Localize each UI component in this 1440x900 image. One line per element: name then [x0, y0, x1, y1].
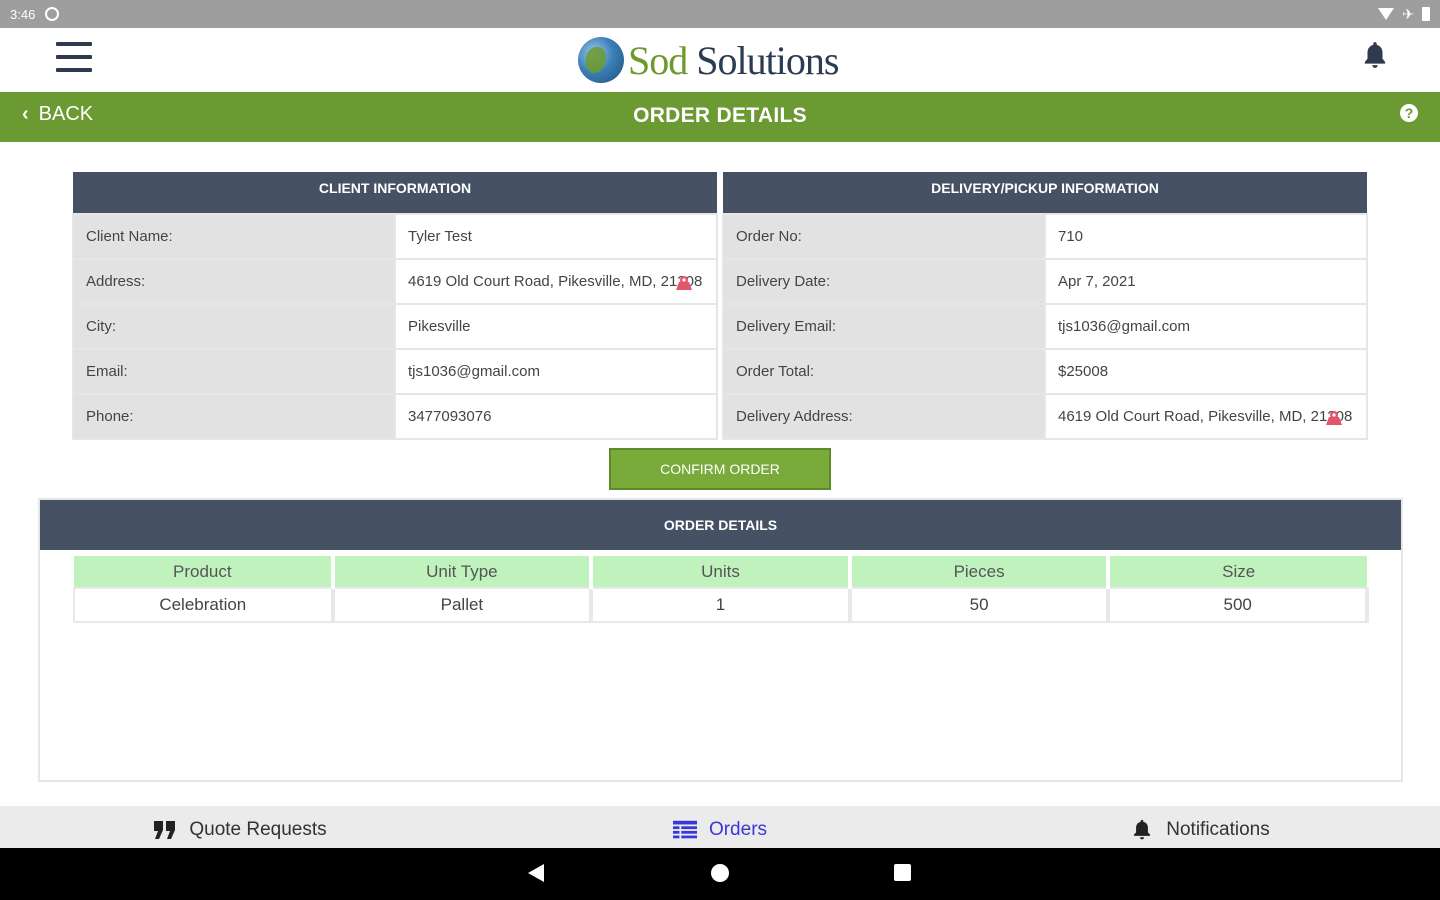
help-icon[interactable]: ?: [1400, 104, 1418, 122]
tab-label: Notifications: [1166, 819, 1270, 840]
table-row: Email: tjs1036@gmail.com: [72, 348, 718, 395]
bottom-tab-bar: Quote Requests Orders Notifications: [0, 806, 1440, 848]
airplane-icon: ✈: [1402, 6, 1414, 22]
pieces-cell: 50: [848, 587, 1111, 623]
page-title: ORDER DETAILS: [633, 104, 807, 127]
map-pin-icon[interactable]: [674, 274, 694, 291]
product-cell: Celebration: [73, 587, 335, 623]
order-no-label: Order No:: [722, 213, 1046, 260]
wifi-icon: [1378, 8, 1395, 20]
table-row: Address: 4619 Old Court Road, Pikesville,…: [72, 258, 718, 305]
delivery-email-label: Delivery Email:: [722, 303, 1046, 350]
address-value: 4619 Old Court Road, Pikesville, MD, 212…: [408, 273, 703, 290]
delivery-address-value: 4619 Old Court Road, Pikesville, MD, 212…: [1058, 408, 1353, 425]
status-icons: ✈: [1378, 7, 1430, 21]
table-row: City: Pikesville: [72, 303, 718, 350]
column-header: Product: [74, 556, 335, 588]
tab-notifications[interactable]: Notifications: [960, 806, 1440, 848]
client-info-heading: CLIENT INFORMATION: [73, 172, 717, 214]
client-info-table: CLIENT INFORMATION Client Name: Tyler Tes…: [72, 172, 718, 440]
info-section: CLIENT INFORMATION Client Name: Tyler Tes…: [72, 172, 1368, 440]
delivery-address-label: Delivery Address:: [722, 393, 1046, 440]
app-bar: Sod Solutions: [0, 28, 1440, 92]
confirm-order-button[interactable]: CONFIRM ORDER: [609, 448, 831, 490]
client-name-value: Tyler Test: [394, 213, 718, 260]
table-row: Phone: 3477093076: [72, 393, 718, 440]
table-row: Delivery Email: tjs1036@gmail.com: [722, 303, 1368, 350]
phone-label: Phone:: [72, 393, 396, 440]
tab-orders[interactable]: Orders: [480, 806, 960, 848]
column-header: Units: [591, 556, 852, 588]
city-value: Pikesville: [394, 303, 718, 350]
quote-icon: [154, 821, 176, 839]
table-row: Delivery Date: Apr 7, 2021: [722, 258, 1368, 305]
menu-icon[interactable]: [56, 42, 92, 72]
title-bar: ‹ BACK ORDER DETAILS ?: [0, 92, 1440, 142]
delivery-info-table: DELIVERY/PICKUP INFORMATION Order No: 710…: [722, 172, 1368, 440]
email-value: tjs1036@gmail.com: [394, 348, 718, 395]
map-pin-icon[interactable]: [1324, 409, 1344, 426]
table-row: Client Name: Tyler Test: [72, 213, 718, 260]
recents-square-icon[interactable]: [894, 864, 911, 881]
list-icon: [672, 820, 697, 839]
order-no-value: 710: [1044, 213, 1368, 260]
address-label: Address:: [72, 258, 396, 305]
battery-icon: [1422, 7, 1430, 21]
status-bar: 3:46 ✈: [0, 0, 1440, 28]
delivery-address-cell: 4619 Old Court Road, Pikesville, MD, 212…: [1044, 393, 1368, 440]
table-row: Order Total: $25008: [722, 348, 1368, 395]
delivery-email-value: tjs1036@gmail.com: [1044, 303, 1368, 350]
delivery-date-value: Apr 7, 2021: [1044, 258, 1368, 305]
size-cell: 500: [1107, 587, 1369, 623]
table-row: Order No: 710: [722, 213, 1368, 260]
units-cell: 1: [590, 587, 852, 623]
order-details-panel: ORDER DETAILS Product Unit Type Units Pi…: [38, 498, 1403, 782]
city-label: City:: [72, 303, 396, 350]
table-header-row: Product Unit Type Units Pieces Size: [74, 556, 1367, 588]
address-cell: 4619 Old Court Road, Pikesville, MD, 212…: [394, 258, 718, 305]
order-items-table: Product Unit Type Units Pieces Size Cele…: [73, 556, 1369, 623]
tab-label: Quote Requests: [189, 819, 327, 840]
status-time: 3:46: [10, 6, 36, 22]
sync-icon: [45, 7, 60, 21]
globe-icon: [578, 37, 624, 83]
tab-label: Orders: [708, 819, 768, 840]
column-header: Size: [1108, 556, 1367, 588]
table-row: Celebration Pallet 1 50 500: [73, 587, 1369, 623]
bell-icon: [1134, 819, 1151, 840]
order-total-label: Order Total:: [722, 348, 1046, 395]
notifications-bell-icon[interactable]: [1362, 40, 1388, 70]
delivery-info-heading: DELIVERY/PICKUP INFORMATION: [723, 172, 1367, 214]
email-label: Email:: [72, 348, 396, 395]
tab-quote-requests[interactable]: Quote Requests: [0, 806, 480, 848]
table-row: Delivery Address: 4619 Old Court Road, Pi…: [722, 393, 1368, 440]
system-nav-bar: [0, 848, 1440, 900]
delivery-date-label: Delivery Date:: [722, 258, 1046, 305]
order-total-value: $25008: [1044, 348, 1368, 395]
client-name-label: Client Name:: [72, 213, 396, 260]
back-triangle-icon[interactable]: [528, 864, 544, 882]
home-circle-icon[interactable]: [711, 864, 729, 882]
order-details-heading: ORDER DETAILS: [40, 500, 1401, 550]
phone-value: 3477093076: [394, 393, 718, 440]
brand-logo: Sod Solutions: [578, 28, 839, 92]
brand-name: Sod Solutions: [628, 37, 839, 83]
column-header: Unit Type: [332, 556, 594, 588]
column-header: Pieces: [849, 556, 1111, 588]
unit-type-cell: Pallet: [331, 587, 594, 623]
